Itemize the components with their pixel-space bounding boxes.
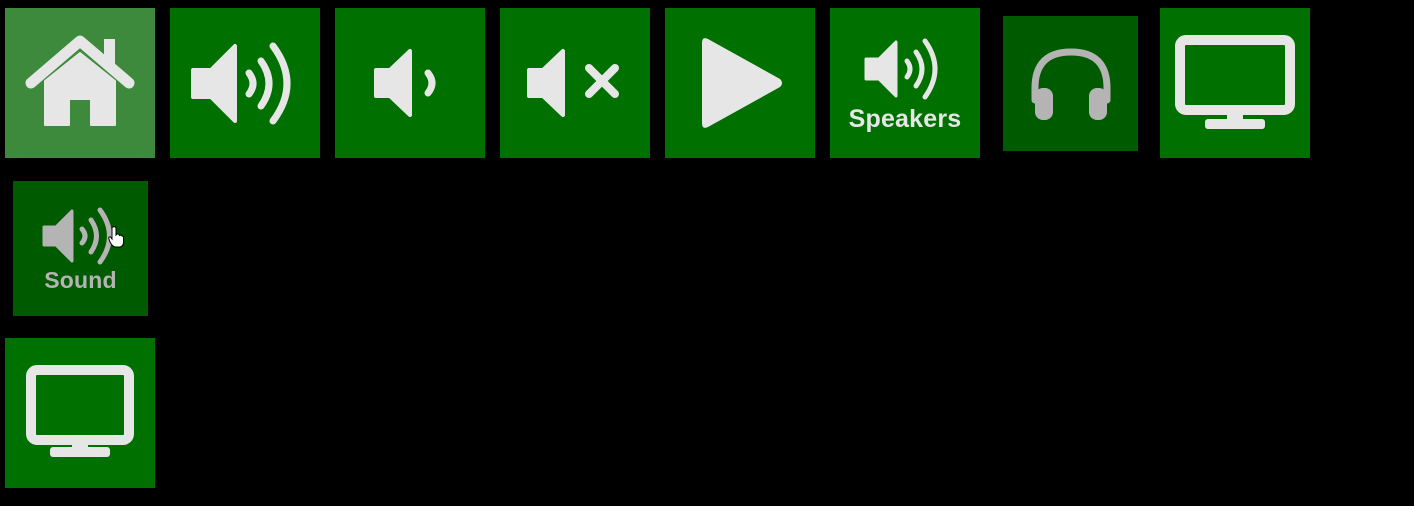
home-icon [25, 33, 135, 133]
speakers-label: Speakers [848, 104, 962, 133]
speaker-loud-icon [863, 35, 947, 103]
volume-down-button[interactable] [335, 8, 485, 158]
speaker-control-board: Speakers Sound [0, 0, 1414, 508]
hand-cursor-icon [108, 226, 124, 248]
headphones-icon [1025, 44, 1117, 124]
mute-button[interactable] [500, 8, 650, 158]
play-icon [692, 31, 788, 135]
monitor-icon [1173, 33, 1297, 133]
volume-up-button[interactable] [170, 8, 320, 158]
monitor-icon [24, 363, 136, 463]
sound-label: Sound [44, 267, 117, 293]
monitor-button[interactable] [1160, 8, 1310, 158]
sound-button[interactable]: Sound [13, 181, 148, 316]
speaker-loud-icon [189, 36, 301, 131]
speaker-mute-icon [523, 43, 627, 123]
play-button[interactable] [665, 8, 815, 158]
monitor-button-secondary[interactable] [5, 338, 155, 488]
home-button[interactable] [5, 8, 155, 158]
speaker-quiet-icon [370, 43, 450, 123]
headphones-button[interactable] [1003, 16, 1138, 151]
speakers-button[interactable]: Speakers [830, 8, 980, 158]
